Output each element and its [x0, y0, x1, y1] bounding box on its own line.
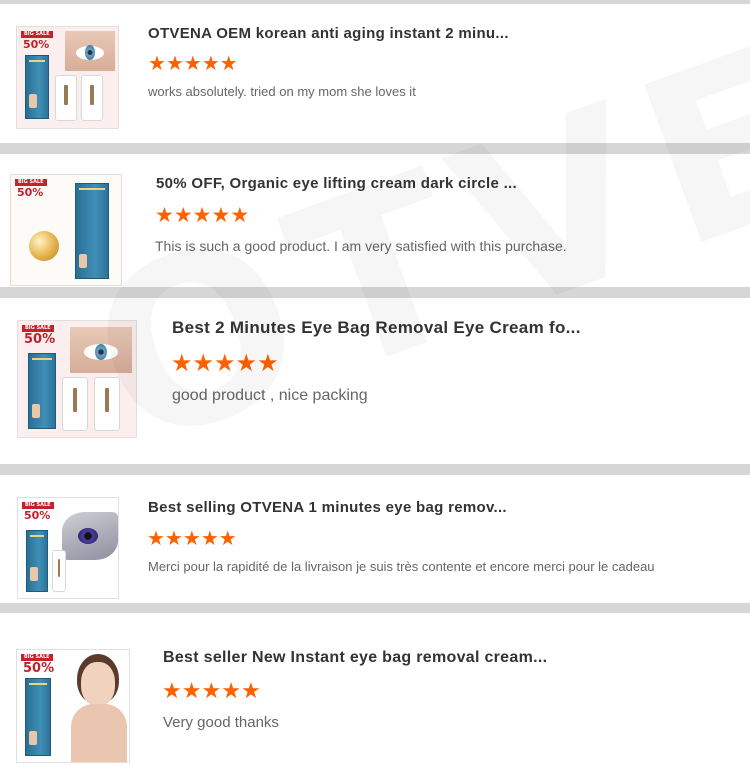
product-tube-icon [81, 75, 103, 121]
separator [0, 464, 750, 475]
discount-label: 50% [24, 332, 56, 347]
review-card[interactable]: BIG SALE 50% Best seller New Instant eye… [0, 613, 750, 767]
star-icon: ★ [257, 350, 279, 377]
product-thumbnail[interactable]: BIG SALE 50% [16, 649, 130, 763]
product-tube-icon [52, 550, 66, 592]
sale-badge: BIG SALE [15, 179, 47, 186]
separator [0, 143, 750, 154]
star-icon: ★ [183, 53, 202, 75]
star-icon: ★ [147, 528, 165, 550]
sale-badge: BIG SALE [22, 502, 54, 509]
star-icon: ★ [192, 204, 212, 227]
product-title[interactable]: OTVENA OEM korean anti aging instant 2 m… [148, 25, 509, 42]
review-text: works absolutely. tried on my mom she lo… [148, 84, 416, 99]
star-icon: ★ [201, 678, 222, 703]
review-card[interactable]: BIG SALE 50% Best selling OTVENA 1 minut… [0, 475, 750, 603]
star-icon: ★ [182, 528, 201, 550]
eye-photo-icon [70, 327, 132, 373]
product-title[interactable]: Best seller New Instant eye bag removal … [163, 649, 547, 667]
star-rating: ★★★★★ [148, 54, 238, 75]
separator [0, 287, 750, 298]
star-icon: ★ [230, 204, 250, 227]
discount-label: 50% [24, 509, 51, 522]
star-icon: ★ [218, 528, 237, 550]
product-thumbnail[interactable]: BIG SALE 50% [16, 26, 119, 129]
product-box-icon [25, 678, 51, 756]
product-tube-icon [94, 377, 120, 431]
star-icon: ★ [214, 350, 236, 377]
product-title[interactable]: Best 2 Minutes Eye Bag Removal Eye Cream… [172, 318, 581, 338]
star-icon: ★ [164, 528, 183, 550]
star-rating: ★★★★★ [155, 205, 249, 227]
product-title[interactable]: 50% OFF, Organic eye lifting cream dark … [156, 175, 517, 192]
review-card[interactable]: BIG SALE 50% Best 2 Minutes Eye Bag Remo… [0, 298, 750, 464]
star-icon: ★ [201, 53, 220, 75]
discount-label: 50% [23, 661, 55, 676]
star-rating: ★★★★★ [171, 352, 279, 376]
discount-label: 50% [17, 186, 44, 199]
review-card[interactable]: BIG SALE 50% 50% OFF, Organic eye liftin… [0, 154, 750, 287]
star-icon: ★ [235, 350, 258, 377]
product-tube-icon [62, 377, 88, 431]
star-rating: ★★★★★ [147, 529, 237, 550]
review-text: Merci pour la rapidité de la livraison j… [148, 559, 655, 574]
separator [0, 603, 750, 613]
product-box-icon [28, 353, 56, 429]
product-tube-icon [55, 75, 77, 121]
star-icon: ★ [192, 350, 215, 377]
discount-label: 50% [23, 38, 50, 51]
star-icon: ★ [200, 528, 219, 550]
product-box-icon [25, 55, 49, 119]
review-card[interactable]: BIG SALE 50% OTVENA OEM korean anti agin… [0, 4, 750, 143]
star-icon: ★ [173, 204, 193, 227]
star-icon: ★ [221, 678, 241, 703]
review-text: good product , nice packing [172, 387, 368, 404]
product-thumbnail[interactable]: BIG SALE 50% [17, 497, 119, 599]
product-box-icon [26, 530, 48, 592]
eye-photo-icon [65, 31, 115, 71]
lashes-eye-photo-icon [62, 512, 118, 560]
product-thumbnail[interactable]: BIG SALE 50% [10, 174, 122, 286]
model-face-icon [65, 654, 129, 762]
star-rating: ★★★★★ [162, 680, 261, 703]
sale-badge: BIG SALE [21, 654, 53, 661]
product-title[interactable]: Best selling OTVENA 1 minutes eye bag re… [148, 499, 507, 516]
star-icon: ★ [148, 53, 166, 75]
star-icon: ★ [165, 53, 184, 75]
review-text: This is such a good product. I am very s… [155, 238, 567, 254]
product-box-icon [75, 183, 109, 279]
star-icon: ★ [181, 678, 202, 703]
star-icon: ★ [211, 204, 231, 227]
star-icon: ★ [240, 678, 261, 703]
star-icon: ★ [171, 350, 193, 377]
sale-badge: BIG SALE [21, 31, 53, 38]
star-icon: ★ [155, 204, 174, 227]
review-text: Very good thanks [163, 714, 279, 731]
star-icon: ★ [162, 678, 182, 703]
product-thumbnail[interactable]: BIG SALE 50% [17, 320, 137, 438]
star-icon: ★ [219, 53, 238, 75]
gold-serum-drop-icon [29, 231, 59, 261]
sale-badge: BIG SALE [22, 325, 54, 332]
